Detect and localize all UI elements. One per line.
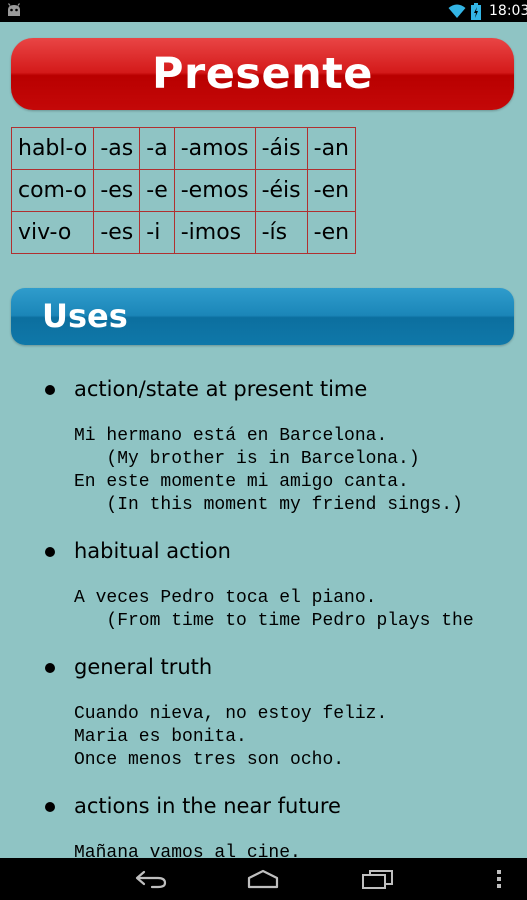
bullet-icon xyxy=(45,547,55,557)
table-cell: -amos xyxy=(173,127,256,170)
android-icon xyxy=(8,3,20,16)
table-cell: -áis xyxy=(254,127,308,170)
bullet-icon xyxy=(45,385,55,395)
table-row: com-o -es -e -emos -éis -en xyxy=(10,169,357,212)
example-line: Mi hermano está en Barcelona. xyxy=(74,426,388,446)
table-cell: -as xyxy=(93,127,141,170)
table-cell: -en xyxy=(306,169,357,212)
table-cell: -emos xyxy=(173,169,256,212)
example-line: (My brother is in Barcelona.) xyxy=(74,449,420,469)
table-cell: -en xyxy=(306,211,357,254)
overflow-menu-icon[interactable] xyxy=(494,868,504,890)
conjugation-table: habl-o -as -a -amos -áis -an com-o -es -… xyxy=(10,127,357,254)
example-line: (In this moment my friend sings.) xyxy=(74,495,463,515)
example-line: Maria es bonita. xyxy=(74,727,247,747)
example-line: En este momente mi amigo canta. xyxy=(74,472,409,492)
table-cell: -i xyxy=(139,211,175,254)
bullet-icon xyxy=(45,802,55,812)
table-cell: -éis xyxy=(254,169,308,212)
table-cell: -an xyxy=(306,127,357,170)
bullet-icon xyxy=(45,663,55,673)
table-cell: -es xyxy=(93,211,141,254)
back-icon[interactable] xyxy=(134,869,168,889)
example-line: Cuando nieva, no estoy feliz. xyxy=(74,704,388,724)
table-cell: -es xyxy=(93,169,141,212)
battery-icon xyxy=(471,3,481,20)
tense-title-banner: Presente xyxy=(11,38,514,110)
use-label: actions in the near future xyxy=(74,794,341,818)
table-row: habl-o -as -a -amos -áis -an xyxy=(10,127,357,170)
home-icon[interactable] xyxy=(246,869,280,889)
uses-section-header: Uses xyxy=(11,288,514,345)
table-cell: -imos xyxy=(173,211,256,254)
status-clock: 18:03 xyxy=(489,3,527,19)
wifi-icon xyxy=(448,4,466,18)
status-bar: 18:03 xyxy=(0,0,527,22)
use-label: general truth xyxy=(74,655,213,679)
table-cell: com-o xyxy=(10,169,95,212)
table-cell: viv-o xyxy=(10,211,95,254)
use-label: action/state at present time xyxy=(74,377,368,401)
use-label: habitual action xyxy=(74,539,231,563)
tense-title: Presente xyxy=(152,49,373,99)
example-line: A veces Pedro toca el piano. xyxy=(74,588,377,608)
table-cell: -a xyxy=(139,127,175,170)
table-cell: -e xyxy=(139,169,175,212)
table-row: viv-o -es -i -imos -ís -en xyxy=(10,211,357,254)
uses-heading: Uses xyxy=(42,297,128,335)
navigation-bar xyxy=(0,858,527,900)
table-cell: habl-o xyxy=(10,127,95,170)
table-cell: -ís xyxy=(254,211,308,254)
example-line: (From time to time Pedro plays the xyxy=(74,611,474,631)
recent-apps-icon[interactable] xyxy=(360,869,394,889)
example-line: Once menos tres son ocho. xyxy=(74,750,345,770)
